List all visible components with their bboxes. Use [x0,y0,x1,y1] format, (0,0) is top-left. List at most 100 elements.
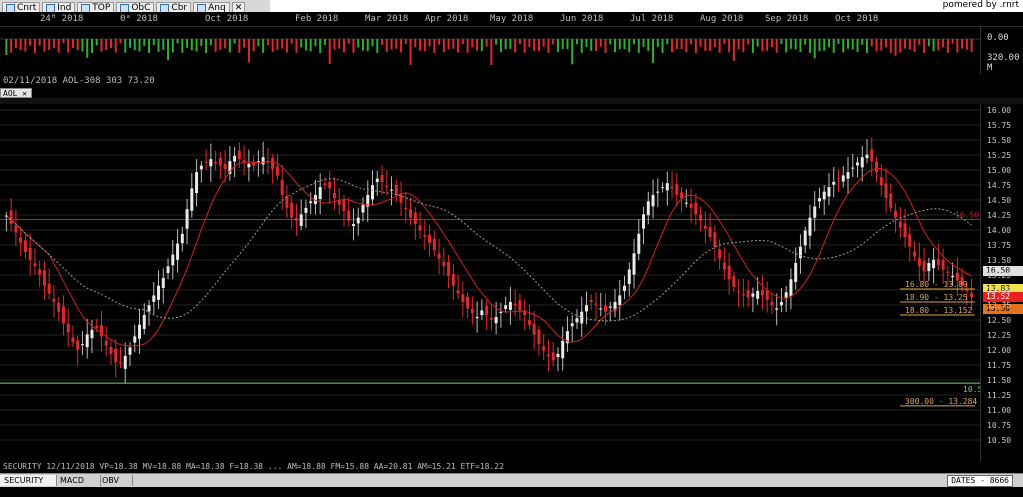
volume-bar [932,39,935,52]
candle-body [889,193,893,208]
volume-bar [371,39,374,47]
volume-bar [57,39,60,53]
volume-bar [913,39,916,52]
volume-bar [704,39,707,52]
candle-body [927,263,931,272]
candle-body [951,276,955,278]
price-chart[interactable]: 16.50 10.50 16.80 - 13.89 18.90 - 13.25 18.8… [0,104,980,461]
volume-bar [590,39,593,51]
volume-bar [699,39,702,47]
candle-body [841,175,845,182]
candle-body [775,308,779,310]
volume-bar [209,39,212,46]
candle-body [275,166,279,176]
volume-bar [86,39,89,58]
candle-body [470,308,474,314]
candle-body [138,324,142,339]
volume-bar [276,39,279,50]
candle-body [147,305,151,312]
candle-body [737,291,741,293]
volume-bar [257,39,260,47]
volume-bar [775,39,778,53]
candle-body [627,269,631,284]
volume-bar [14,39,17,48]
volume-bar [171,39,174,53]
tab-security[interactable]: SECURITY ✕ [0,475,57,496]
tab-macd[interactable]: MACD [56,475,101,486]
volume-bar [442,39,445,53]
tab-obv[interactable]: OBV [98,475,133,486]
date-range-box[interactable]: DATES - 8666 [947,475,1013,487]
volume-bar [866,39,869,53]
volume-bar [504,39,507,50]
volume-bar [214,39,217,52]
volume-bar [880,39,883,51]
candle-body [965,290,969,292]
candle-body [718,249,722,259]
candle-body [903,223,907,238]
volume-bar [842,39,845,53]
volume-bar [90,39,93,53]
volume-bar [233,39,236,44]
candle-body [575,318,579,323]
candle-body [61,306,65,324]
volume-bar [19,39,22,51]
volume-bar [718,39,721,53]
candle-body [76,340,80,350]
date-axis-label: Mar 2018 [365,14,409,24]
price-axis-label: 14.25 [987,211,1012,220]
volume-bar [176,39,179,44]
volume-bar [709,39,712,51]
candle-body [765,290,769,301]
candle-body [870,149,874,162]
chart-tab[interactable]: AOL ✕ [0,88,32,98]
volume-bar [243,39,246,48]
volume-bar [400,39,403,53]
volume-bar [923,39,926,53]
volume-bar [29,39,32,46]
volume-bar [675,39,678,50]
candle-body [437,253,441,259]
volume-bar [281,39,284,49]
date-axis-label: Jun 2018 [560,14,604,24]
candle-body [894,210,898,218]
candle-body [418,225,422,231]
candle-body [670,186,674,189]
volume-bar [566,39,569,49]
volume-bar [300,39,303,48]
volume-bar [766,39,769,51]
candle-body [118,362,122,364]
candle-body [922,261,926,272]
volume-panel[interactable] [0,27,980,74]
volume-bar [10,39,13,53]
volume-bar [861,39,864,45]
candle-body [508,301,512,310]
volume-bar [290,39,293,44]
candle-body [646,201,650,216]
candle-body [432,238,436,251]
price-axis-label: 12.75 [987,301,1012,310]
volume-bar [109,39,112,49]
volume-bar [461,39,464,44]
volume-bar [970,39,973,52]
volume-bar [133,39,136,51]
candle-body [71,337,75,343]
price-axis-label: 13.75 [987,241,1012,250]
volume-bar [846,39,849,49]
candle-body [898,221,902,228]
date-axis-label: Aug 2018 [700,14,744,24]
candle-body [832,181,836,185]
volume-bar [514,39,517,53]
volume-bar [485,39,488,47]
candle-body [19,237,23,243]
volume-bar [33,39,36,53]
candle-body [318,187,322,199]
volume-bar [262,39,265,53]
volume-bar [390,39,393,50]
volume-bar [827,39,830,48]
volume-bar [951,39,954,44]
volume-bar [575,39,578,45]
volume-bar [124,39,127,53]
candle-body [556,353,560,357]
candle-body [33,263,37,267]
